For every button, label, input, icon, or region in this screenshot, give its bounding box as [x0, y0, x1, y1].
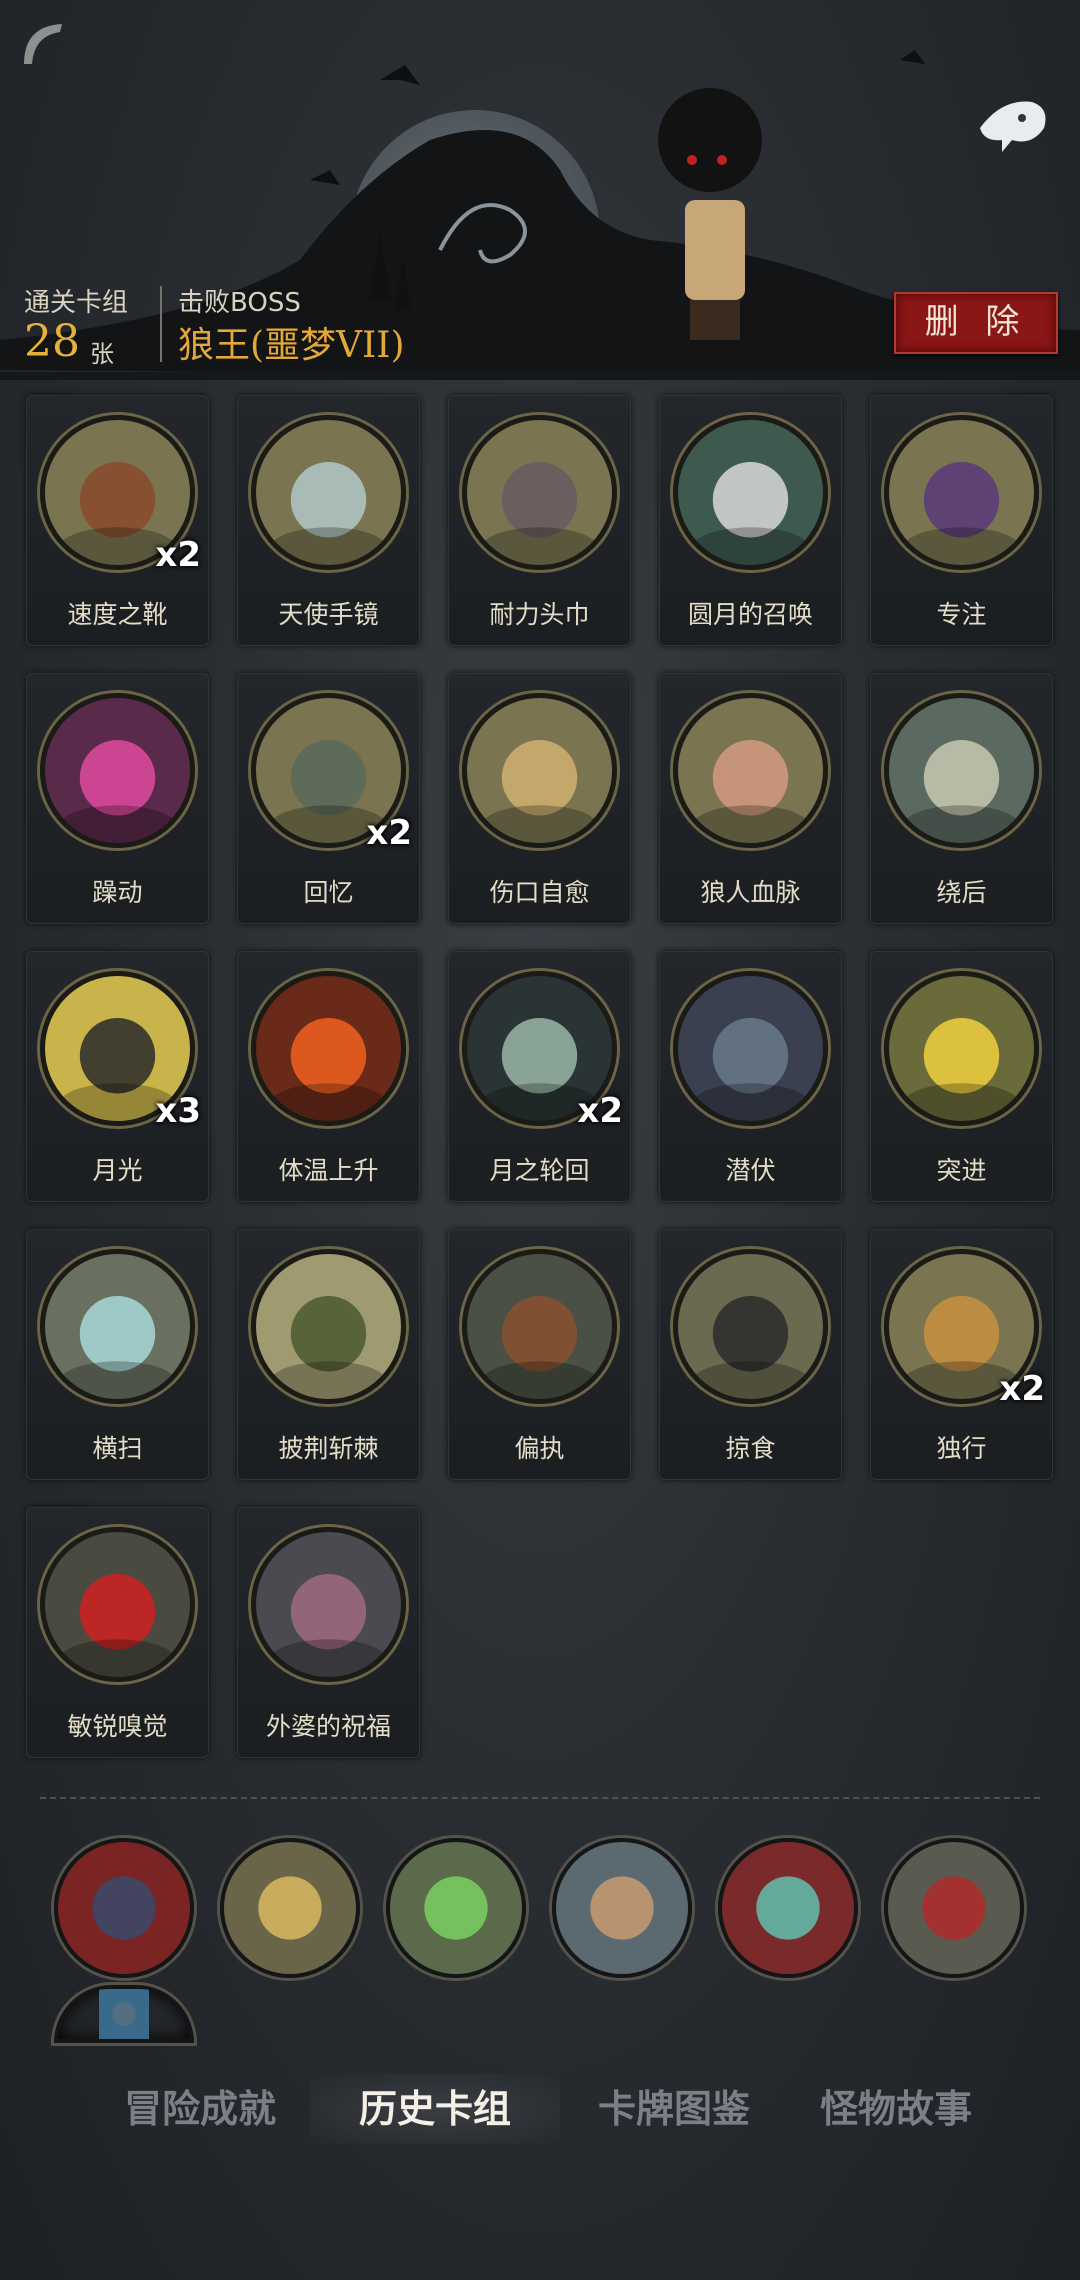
- deck-card[interactable]: 体温上升: [237, 951, 420, 1202]
- cleared-deck-label: 通关卡组: [24, 288, 129, 318]
- deck-card[interactable]: x2 独行: [870, 1229, 1053, 1480]
- charging-wolf-icon: [884, 971, 1039, 1126]
- predator-wolf-icon: [673, 1249, 828, 1404]
- defeated-boss-name: 狼王(噩梦VII): [178, 325, 405, 366]
- card-name: 耐力头巾: [489, 600, 590, 629]
- card-name: 月之轮回: [489, 1156, 590, 1185]
- bandana-icon: [462, 415, 617, 570]
- deck-card[interactable]: 横扫: [26, 1229, 209, 1480]
- defeated-boss-label: 击败BOSS: [178, 288, 301, 318]
- deck-card[interactable]: 潜伏: [659, 951, 842, 1202]
- ground-line: [0, 372, 1080, 380]
- card-name: 潜伏: [725, 1156, 776, 1185]
- tab-monster-stories[interactable]: 怪物故事: [796, 2074, 996, 2144]
- deck-card[interactable]: 耐力头巾: [448, 395, 631, 646]
- header-banner: 通关卡组 28 张 击败BOSS 狼王(噩梦VII) 删 除: [0, 0, 1080, 380]
- deck-card[interactable]: 披荆斩棘: [237, 1229, 420, 1480]
- deck-card[interactable]: 绕后: [870, 673, 1053, 924]
- card-count-badge: x2: [366, 813, 412, 853]
- tab-adventure-achievements[interactable]: 冒险成就: [100, 2074, 300, 2144]
- restless-flame-icon: [40, 693, 195, 848]
- bottom-tab-bar: 冒险成就 历史卡组 卡牌图鉴 怪物故事: [0, 2060, 1080, 2160]
- werewolf-hand-icon: [673, 693, 828, 848]
- deck-card[interactable]: x2 月之轮回: [448, 951, 631, 1202]
- card-name: 圆月的召唤: [687, 600, 813, 629]
- card-name: 绕后: [936, 878, 987, 907]
- wolf-and-bear-icon: [462, 1249, 617, 1404]
- deck-card[interactable]: 狼人血脉: [659, 673, 842, 924]
- card-name: 月光: [92, 1156, 143, 1185]
- deck-card[interactable]: 掠食: [659, 1229, 842, 1480]
- blue-card-relic-icon[interactable]: [54, 1985, 194, 2043]
- back-icon[interactable]: [14, 14, 70, 70]
- cleared-deck-count: 28: [24, 316, 80, 367]
- tab-history-deck[interactable]: 历史卡组: [310, 2074, 560, 2144]
- hourglass-relic-icon[interactable]: [220, 1838, 360, 1978]
- card-name: 回忆: [303, 878, 354, 907]
- card-name: 专注: [936, 600, 987, 629]
- werewolf-relic-icon[interactable]: [54, 1838, 194, 1978]
- card-name: 天使手镜: [278, 600, 379, 629]
- deck-card[interactable]: 偏执: [448, 1229, 631, 1480]
- card-name: 敏锐嗅觉: [67, 1712, 168, 1741]
- deck-card[interactable]: x3 月光: [26, 951, 209, 1202]
- card-name: 狼人血脉: [700, 878, 801, 907]
- card-name: 突进: [936, 1156, 987, 1185]
- red-hourglass-relic-icon[interactable]: [718, 1838, 858, 1978]
- deck-card[interactable]: 伤口自愈: [448, 673, 631, 924]
- skull-card-relic-icon[interactable]: [884, 1838, 1024, 1978]
- card-name: 伤口自愈: [489, 878, 590, 907]
- cleared-deck-unit: 张: [90, 340, 114, 368]
- stats-divider: [160, 286, 162, 362]
- deck-card[interactable]: x2 回忆: [237, 673, 420, 924]
- card-name: 掠食: [725, 1434, 776, 1463]
- hand-mirror-icon: [251, 415, 406, 570]
- deck-card[interactable]: 圆月的召唤: [659, 395, 842, 646]
- pirate-crew-relic-icon[interactable]: [552, 1838, 692, 1978]
- card-name: 外婆的祝福: [265, 1712, 391, 1741]
- burning-wolf-icon: [251, 971, 406, 1126]
- card-count-badge: x2: [155, 535, 201, 575]
- section-divider: [40, 1797, 1040, 1799]
- card-name: 速度之靴: [67, 600, 168, 629]
- red-eye-wolf-icon: [40, 1527, 195, 1682]
- grandma-icon: [251, 1527, 406, 1682]
- thorn-axe-icon: [251, 1249, 406, 1404]
- wizard-icon: [884, 415, 1039, 570]
- ghost-icon[interactable]: [972, 88, 1052, 158]
- card-name: 偏执: [514, 1434, 565, 1463]
- card-count-badge: x2: [577, 1091, 623, 1131]
- card-name: 躁动: [92, 878, 143, 907]
- deck-card[interactable]: 躁动: [26, 673, 209, 924]
- card-count-badge: x3: [155, 1091, 201, 1131]
- delete-button[interactable]: 删 除: [894, 292, 1058, 354]
- card-name: 横扫: [92, 1434, 143, 1463]
- healing-boy-icon: [462, 693, 617, 848]
- tab-card-gallery[interactable]: 卡牌图鉴: [574, 2074, 774, 2144]
- sweeping-wolf-icon: [40, 1249, 195, 1404]
- skeleton-pirate-icon: [884, 693, 1039, 848]
- card-name: 披荆斩棘: [278, 1434, 379, 1463]
- deck-card[interactable]: 专注: [870, 395, 1053, 646]
- card-count-badge: x2: [999, 1369, 1045, 1409]
- deck-card[interactable]: x2 速度之靴: [26, 395, 209, 646]
- full-moon-forest-icon: [673, 415, 828, 570]
- card-name: 独行: [936, 1434, 987, 1463]
- deck-card[interactable]: 敏锐嗅觉: [26, 1507, 209, 1758]
- deck-card[interactable]: 天使手镜: [237, 395, 420, 646]
- poison-arm-relic-icon[interactable]: [386, 1838, 526, 1978]
- deck-card[interactable]: 外婆的祝福: [237, 1507, 420, 1758]
- card-name: 体温上升: [278, 1156, 379, 1185]
- deck-card[interactable]: 突进: [870, 951, 1053, 1202]
- lurking-wolf-icon: [673, 971, 828, 1126]
